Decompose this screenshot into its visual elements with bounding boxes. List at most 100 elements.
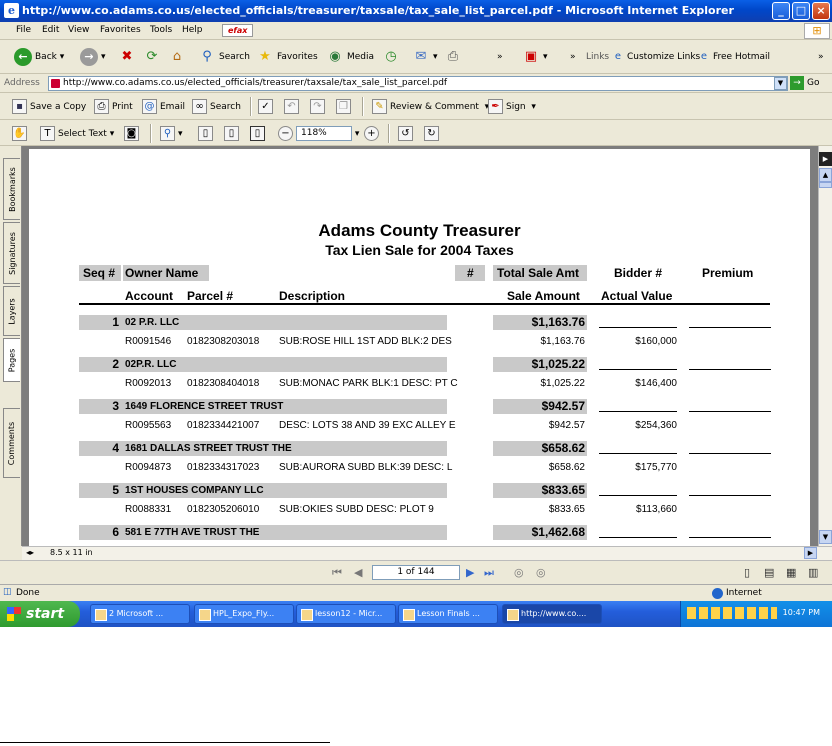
continuous-facing-icon[interactable]: ▥ (808, 566, 818, 579)
facing-icon[interactable]: ▦ (786, 566, 796, 579)
stop-button[interactable]: ✖ (118, 47, 139, 67)
address-dropdown-button[interactable]: ▼ (774, 77, 787, 90)
review-comment-button[interactable]: ✎ Review & Comment ▾ (372, 98, 489, 115)
acrobat-search-button[interactable]: ∞ Search (192, 98, 241, 115)
favorites-button[interactable]: ★ Favorites (256, 47, 317, 67)
next-view-icon[interactable]: ◎ (536, 566, 546, 579)
rotate-right-button[interactable]: ↻ (424, 125, 442, 142)
maximize-button[interactable]: □ (792, 2, 810, 20)
header-account: Account (125, 289, 173, 303)
record-account: R0091546 (125, 336, 172, 347)
zoom-tool-button[interactable]: ⚲ ▾ (160, 125, 183, 142)
ie-page-icon: e (614, 51, 622, 62)
snapshot-button[interactable]: ◙ (124, 125, 142, 142)
horizontal-scrollbar[interactable]: ◂▸ 8.5 x 11 in ▶ (22, 546, 832, 560)
save-copy-button[interactable]: ▪ Save a Copy (12, 98, 86, 115)
links-overflow-chevron[interactable]: » (818, 47, 824, 67)
address-input[interactable]: http://www.co.adams.co.us/elected_offici… (48, 76, 788, 91)
scroll-down-button[interactable]: ▼ (819, 530, 832, 544)
close-button[interactable]: × (812, 2, 830, 20)
tab-comments[interactable]: Comments (3, 408, 20, 478)
menu-help[interactable]: Help (182, 25, 203, 35)
taskbar-item[interactable]: HPL_Expo_Fly... (194, 604, 294, 624)
start-button[interactable]: start (0, 601, 80, 627)
taskbar-item-active[interactable]: http://www.co.... (502, 604, 602, 624)
pdf-button[interactable]: ▣ ▾ (522, 47, 548, 67)
tab-layers[interactable]: Layers (3, 286, 20, 336)
taskbar-item[interactable]: 2 Microsoft ... (90, 604, 190, 624)
efax-button[interactable]: efax (222, 24, 254, 37)
zoom-in-button[interactable]: + (364, 125, 382, 142)
continuous-icon[interactable]: ▤ (764, 566, 774, 579)
first-page-icon[interactable]: ⏮ (332, 566, 342, 580)
toolbar-overflow-chevron-2[interactable]: » (570, 47, 576, 67)
scroll-right-button[interactable]: ▶ (804, 547, 817, 559)
plus-icon: + (364, 126, 379, 141)
camera-icon: ◙ (124, 126, 139, 141)
stop-icon: ✖ (121, 49, 133, 64)
tab-signatures[interactable]: Signatures (3, 222, 20, 284)
vertical-scrollbar[interactable]: ▶ ▲ ▼ (818, 146, 832, 546)
last-page-icon[interactable]: ⏭ (484, 566, 494, 580)
record-total: $1,025.22 (531, 357, 585, 371)
record-owner: 1649 FLORENCE STREET TRUST (125, 401, 284, 412)
page-icon: ▯ (198, 126, 213, 141)
scroll-up-button[interactable]: ▲ (819, 168, 832, 182)
print-button[interactable]: ⎙ (444, 47, 465, 67)
header-number: # (467, 266, 474, 280)
previous-view-icon[interactable]: ◎ (514, 566, 524, 579)
document-viewport[interactable]: Adams County Treasurer Tax Lien Sale for… (22, 146, 818, 546)
forward-button[interactable]: → ▾ (80, 47, 106, 67)
next-page-icon[interactable]: ▶ (466, 566, 474, 579)
link-customize-links[interactable]: e Customize Links (612, 47, 700, 67)
previous-page-icon[interactable]: ◀ (354, 566, 362, 579)
record-owner: 02 P.R. LLC (125, 317, 180, 328)
premium-line (689, 327, 771, 328)
zoom-out-button[interactable]: − (278, 125, 296, 142)
scroll-thumb[interactable] (819, 182, 832, 188)
taskbar-item[interactable]: lesson12 - Micr... (296, 604, 396, 624)
menu-file[interactable]: File (16, 25, 31, 35)
copy-button[interactable]: ❐ (336, 98, 354, 115)
tab-pages[interactable]: Pages (3, 338, 20, 382)
go-button[interactable]: → Go (790, 76, 819, 90)
media-button[interactable]: ◉ Media (326, 47, 374, 67)
menu-tools[interactable]: Tools (150, 25, 172, 35)
hand-tool-button[interactable]: ✋ (12, 125, 30, 142)
status-text: Done (16, 588, 40, 598)
back-arrow-icon: ← (14, 48, 32, 66)
menu-favorites[interactable]: Favorites (100, 25, 141, 35)
rotate-left-button[interactable]: ↺ (398, 125, 416, 142)
acrobat-email-button[interactable]: @ Email (142, 98, 185, 115)
mail-button[interactable]: ✉ ▾ (412, 47, 438, 67)
menu-edit[interactable]: Edit (42, 25, 59, 35)
select-text-button[interactable]: T Select Text ▾ (40, 125, 114, 142)
history-button[interactable]: ◷ (382, 47, 403, 67)
home-button[interactable]: ⌂ (168, 47, 189, 67)
redo-button[interactable]: ↷ (310, 98, 328, 115)
toolbar-overflow-chevron[interactable]: » (497, 47, 503, 67)
menu-view[interactable]: View (68, 25, 89, 35)
fit-width-button[interactable]: ▯ (250, 125, 268, 142)
refresh-button[interactable]: ⟳ (143, 47, 164, 67)
fit-page-button[interactable]: ▯ (224, 125, 242, 142)
undo-button[interactable]: ↶ (284, 98, 302, 115)
page-number-input[interactable]: 1 of 144 (372, 565, 460, 580)
zoom-level-select[interactable]: 118% ▾ (296, 125, 359, 142)
taskbar-item[interactable]: Lesson Finals ... (398, 604, 498, 624)
acrobat-print-button[interactable]: ⎙ Print (94, 98, 133, 115)
pane-toggle-arrow-icon[interactable]: ▶ (819, 152, 832, 166)
record-owner: 1681 DALLAS STREET TRUST THE (125, 443, 292, 454)
tab-bookmarks[interactable]: Bookmarks (3, 158, 20, 220)
sign-button[interactable]: ✒ Sign ▾ (488, 98, 536, 115)
tray-icons[interactable] (687, 607, 777, 619)
spellcheck-button[interactable]: ✓ (258, 98, 276, 115)
header-actual-value: Actual Value (601, 289, 673, 303)
back-button[interactable]: ← Back ▾ (14, 47, 64, 67)
minimize-button[interactable]: _ (772, 2, 790, 20)
search-button[interactable]: ⚲ Search (198, 47, 250, 67)
record-parcel: 0182308203018 (187, 336, 260, 347)
single-page-icon[interactable]: ▯ (744, 566, 750, 579)
link-free-hotmail[interactable]: e Free Hotmail (698, 47, 770, 67)
actual-size-button[interactable]: ▯ (198, 125, 216, 142)
